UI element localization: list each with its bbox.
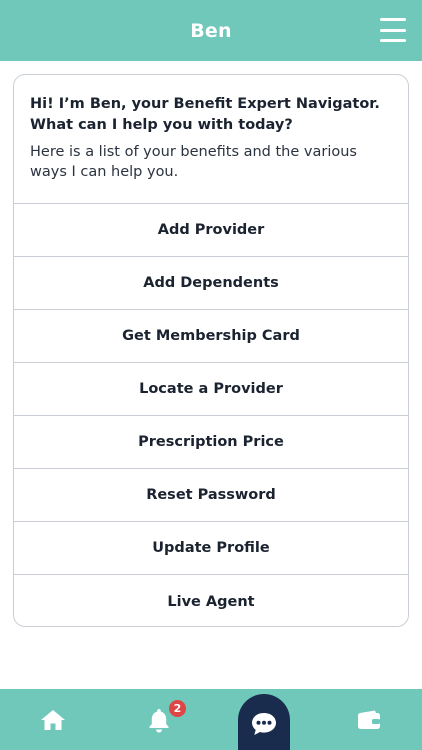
option-add-dependents[interactable]: Add Dependents bbox=[14, 257, 408, 310]
option-add-provider[interactable]: Add Provider bbox=[14, 204, 408, 257]
chat-card: Hi! I’m Ben, your Benefit Expert Navigat… bbox=[13, 74, 409, 627]
option-get-membership-card[interactable]: Get Membership Card bbox=[14, 310, 408, 363]
chat-bubble-icon bbox=[252, 713, 276, 735]
nav-notifications[interactable]: 2 bbox=[129, 689, 189, 750]
home-icon bbox=[41, 709, 65, 730]
option-locate-provider[interactable]: Locate a Provider bbox=[14, 363, 408, 416]
option-update-profile[interactable]: Update Profile bbox=[14, 522, 408, 575]
page-title: Ben bbox=[190, 19, 232, 42]
nav-chat[interactable] bbox=[238, 694, 290, 750]
option-reset-password[interactable]: Reset Password bbox=[14, 469, 408, 522]
bottom-nav: 2 bbox=[0, 689, 422, 750]
option-prescription-price[interactable]: Prescription Price bbox=[14, 416, 408, 469]
intro-subtext: Here is a list of your benefits and the … bbox=[30, 144, 357, 180]
greeting-text: Hi! I’m Ben, your Benefit Expert Navigat… bbox=[30, 96, 380, 133]
hamburger-menu-icon[interactable] bbox=[380, 18, 406, 42]
top-bar: Ben bbox=[0, 0, 422, 61]
notification-badge: 2 bbox=[168, 699, 187, 718]
intro-message: Hi! I’m Ben, your Benefit Expert Navigat… bbox=[14, 75, 408, 204]
app-screen: Ben Hi! I’m Ben, your Benefit Expert Nav… bbox=[0, 0, 422, 750]
wallet-icon bbox=[358, 710, 380, 729]
option-live-agent[interactable]: Live Agent bbox=[14, 575, 408, 626]
nav-home[interactable] bbox=[23, 689, 83, 750]
nav-wallet[interactable] bbox=[339, 689, 399, 750]
